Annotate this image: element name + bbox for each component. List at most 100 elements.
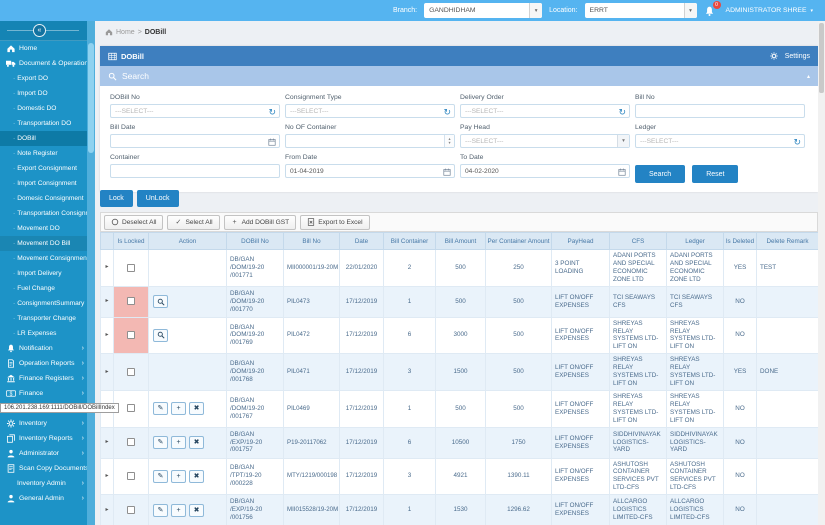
settings-button[interactable]: Settings [770,52,810,60]
to-date-input[interactable]: 04-02-2020 [460,164,630,178]
sidebar-item-import-consignment[interactable]: · Import Consignment [0,176,87,191]
sidebar-item-transportation-consignment[interactable]: ·Transportation Consignment [0,206,87,221]
sidebar-item-home[interactable]: Home [0,41,87,56]
breadcrumb-home[interactable]: Home [116,29,135,36]
ledger-input[interactable]: ---SELECT--- ↻ [635,134,805,148]
row-expander[interactable]: ▸ [105,298,108,304]
view-details-button[interactable] [153,328,168,342]
sidebar-item-finance-registers[interactable]: Finance Registers › [0,371,87,386]
col-header-delete-remark[interactable]: Delete Remark [756,232,818,250]
sidebar-item-note-register[interactable]: · Note Register [0,146,87,161]
sidebar-item-import-do[interactable]: · Import DO [0,86,87,101]
calendar-icon[interactable] [618,166,627,178]
calendar-icon[interactable] [268,136,277,148]
edit-button[interactable]: ✎ [153,402,168,416]
sidebar-group-document-operation[interactable]: Document & Operation▾ [0,56,87,71]
row-checkbox[interactable] [127,297,135,306]
sidebar-item-inventory[interactable]: Inventory › [0,416,87,431]
refresh-icon[interactable]: ↻ [793,136,801,148]
search-section-header[interactable]: Search ▴ [100,66,818,86]
search-button[interactable]: Search [635,165,686,183]
row-checkbox[interactable] [127,472,135,481]
sidebar-item-inventory-reports[interactable]: Inventory Reports › [0,431,87,446]
row-expander[interactable]: ▸ [105,332,108,338]
unlock-button[interactable]: UnLock [136,190,179,207]
row-checkbox[interactable] [127,505,135,514]
row-expander[interactable]: ▸ [105,439,108,445]
refresh-icon[interactable]: ↻ [618,106,626,118]
row-expander[interactable]: ▸ [105,473,108,479]
sidebar-item-administrator[interactable]: Administrator › [0,446,87,461]
col-header-is-locked[interactable]: Is Locked [113,232,149,250]
delete-row-button[interactable]: ✖ [189,503,204,517]
add-dobill-gst-button[interactable]: + Add DOBill GST [223,214,297,230]
branch-select[interactable]: GANDHIDHAM ▾ [424,3,543,18]
add-gst-row-button[interactable]: + [171,503,186,517]
container-input[interactable] [110,164,280,178]
refresh-icon[interactable]: ↻ [443,106,451,118]
col-header-per-container-amount[interactable]: Per Container Amount [485,232,552,250]
bill-date-input[interactable] [110,134,280,148]
sidebar-item-movement-consignment[interactable]: · Movement Consignment [0,251,87,266]
sidebar-item-general-admin[interactable]: General Admin › [0,491,87,506]
reset-button[interactable]: Reset [692,165,739,183]
sidebar-item-scan-copy-documents[interactable]: Scan Copy Documents [0,461,87,476]
edit-button[interactable]: ✎ [153,503,168,517]
chevron-down-icon[interactable]: ▾ [617,135,629,147]
sidebar-item-domestic-do[interactable]: · Domestic DO [0,101,87,116]
row-expander[interactable]: ▸ [105,507,108,513]
from-date-input[interactable]: 01-04-2019 [285,164,455,178]
sidebar-item-movement-do-bill[interactable]: · Movement DO Bill [0,236,87,251]
sidebar-item-lr-expenses[interactable]: · LR Expenses [0,326,87,341]
number-spinner[interactable]: ▴ ▾ [444,135,454,147]
col-header-ledger[interactable]: Ledger [666,232,724,250]
sidebar-item-transportation-do[interactable]: · Transportation DO [0,116,87,131]
sidebar-item-finance[interactable]: $ Finance › [0,386,87,401]
row-checkbox[interactable] [127,404,135,413]
col-header-cfs[interactable]: CFS [609,232,667,250]
select-all-button[interactable]: ✓ Select All [167,214,220,230]
calendar-icon[interactable] [443,166,452,178]
row-expander[interactable]: ▸ [105,369,108,375]
col-header-expand[interactable] [100,232,114,250]
sidebar-item-import-delivery[interactable]: · Import Delivery [0,266,87,281]
sidebar-item-domesic-consignment[interactable]: · Domesic Consignment [0,191,87,206]
pay-head-input[interactable]: ---SELECT--- ▾ [460,134,630,148]
row-checkbox[interactable] [127,331,135,340]
consignment-type-input[interactable]: ---SELECT--- ↻ [285,104,455,118]
no-of-container-input[interactable]: ▴ ▾ [285,134,455,148]
sidebar-item-consignmentsummary[interactable]: · ConsignmentSummary [0,296,87,311]
delivery-order-input[interactable]: ---SELECT--- ↻ [460,104,630,118]
sidebar-item-export-do[interactable]: · Export DO [0,71,87,86]
sidebar-scrollbar[interactable] [87,21,95,525]
row-checkbox[interactable] [127,367,135,376]
refresh-icon[interactable]: ↻ [268,106,276,118]
row-checkbox[interactable] [127,438,135,447]
user-menu[interactable]: ADMINISTRATOR SHREE ▾ [726,7,813,14]
sidebar-item-operation-reports[interactable]: Operation Reports › [0,356,87,371]
export-to-excel-button[interactable]: Export to Excel [300,214,370,230]
col-header-bill-no[interactable]: Bill No [283,232,340,250]
chevron-up-icon[interactable]: ▴ [807,73,810,80]
bill-no-input[interactable] [635,104,805,118]
col-header-action[interactable]: Action [148,232,227,250]
lock-button[interactable]: Lock [100,190,133,207]
add-gst-row-button[interactable]: + [171,402,186,416]
delete-row-button[interactable]: ✖ [189,436,204,449]
sidebar-item-inventory-admin[interactable]: Inventory Admin › [0,476,87,491]
edit-button[interactable]: ✎ [153,436,168,449]
col-header-bill-amount[interactable]: Bill Amount [435,232,486,250]
col-header-is-deleted[interactable]: Is Deleted [723,232,757,250]
add-gst-row-button[interactable]: + [171,469,186,483]
notifications-button[interactable]: 0 [704,0,721,18]
sidebar-item-fuel-change[interactable]: · Fuel Change [0,281,87,296]
sidebar-collapse-button[interactable]: « [33,24,46,37]
delete-row-button[interactable]: ✖ [189,469,204,483]
col-header-bill-container[interactable]: Bill Container [383,232,436,250]
col-header-dobill-no[interactable]: DOBill No [226,232,284,250]
sidebar-item-movement-do[interactable]: · Movement DO [0,221,87,236]
sidebar-item-dobill[interactable]: · DOBill [0,131,87,146]
location-select[interactable]: ERRT ▾ [584,3,697,18]
row-checkbox[interactable] [127,263,135,272]
dobill-no-input[interactable]: ---SELECT--- ↻ [110,104,280,118]
